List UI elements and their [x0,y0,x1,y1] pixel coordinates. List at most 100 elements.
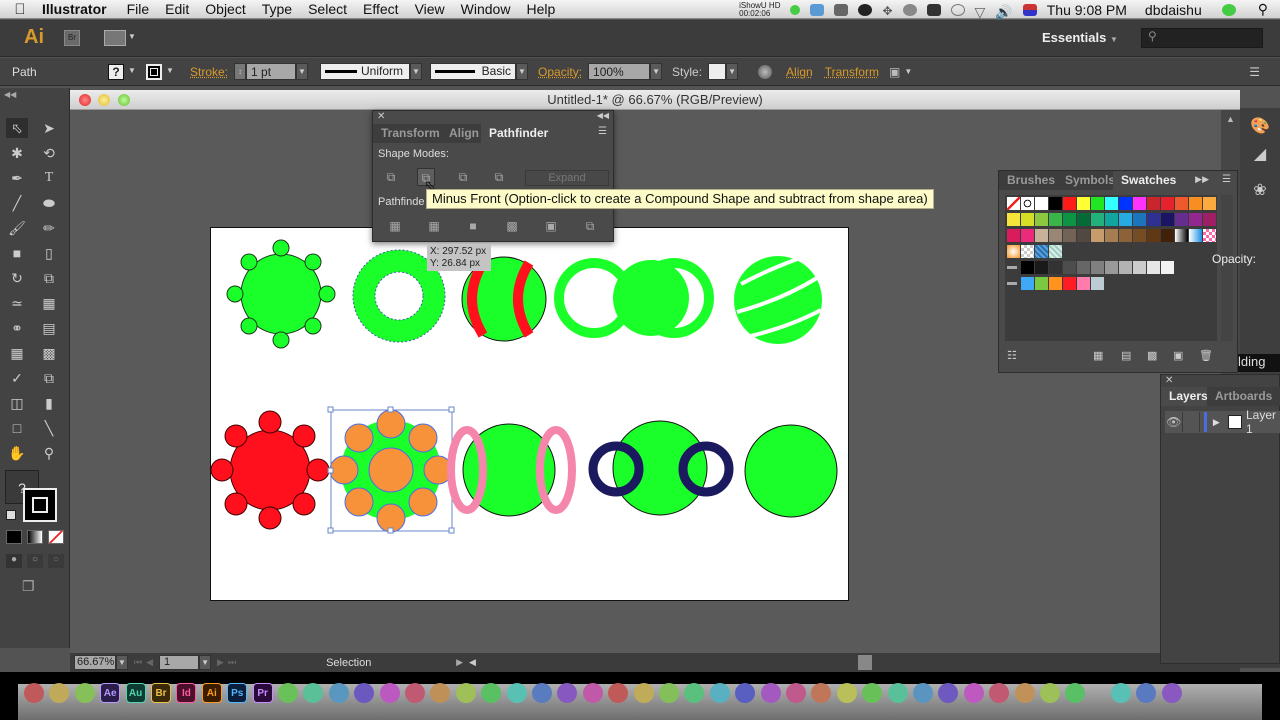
selected-gear-with-circles[interactable] [327,406,455,534]
menu-effect[interactable]: Effect [355,1,407,17]
stroke-dropdown[interactable]: ▼ [164,63,176,80]
swatch[interactable] [1049,197,1062,210]
next-artboard-button[interactable]: ▶ [217,657,224,668]
visibility-eye-icon[interactable]: 👁 [1165,415,1182,429]
swatch[interactable] [1077,213,1090,226]
network-icon[interactable] [834,3,849,16]
free-transform-tool-icon[interactable]: ▦ [38,293,60,313]
swatch[interactable] [1147,261,1160,274]
resize-handle[interactable] [327,467,334,474]
slice-tool-icon[interactable]: ╲ [38,418,60,438]
divide-button[interactable]: ▦ [386,217,404,235]
swatch[interactable] [1203,213,1216,226]
swatch[interactable] [1091,197,1104,210]
swatch[interactable] [1021,261,1034,274]
swatch[interactable] [1049,277,1062,290]
transform-link[interactable]: Transform [825,65,879,79]
swatch[interactable] [1091,213,1104,226]
swatch[interactable] [1077,229,1090,242]
evernote-icon[interactable] [1221,3,1236,16]
dock-time-machine-icon[interactable] [836,683,857,703]
chevron-down-icon[interactable]: ▼ [128,32,136,41]
dock-hd-icon[interactable] [405,683,425,703]
eyedropper-tool-icon[interactable]: ✓ [6,368,28,388]
status-dot-icon[interactable] [790,4,801,15]
minus-back-button[interactable]: ⧉ [581,217,599,235]
warp-tool-icon[interactable]: ≃ [6,293,28,313]
artboard-tool-icon[interactable]: □ [6,418,28,438]
collapse-icon[interactable]: ◀◀ [4,90,16,99]
panel-menu-icon[interactable]: ☰ [1249,65,1260,79]
swatch[interactable] [1105,229,1118,242]
green-striped-circle-shape[interactable] [734,252,822,344]
green-interlocked-rings-shape[interactable] [554,258,714,338]
zoom-dropdown[interactable]: ▼ [116,655,128,670]
swatch-libraries-icon[interactable]: ☷ [1007,349,1017,362]
stroke-weight-dropdown[interactable]: ▼ [296,63,309,80]
intersect-button[interactable]: ⧉ [454,168,472,186]
dock-trash-icon[interactable] [1161,683,1182,703]
artboard-number-field[interactable]: 1 [159,655,200,670]
swatch[interactable] [1049,245,1062,258]
default-colors-icon[interactable] [6,510,16,520]
delete-swatch-icon[interactable]: 🗑 [1199,349,1213,362]
previous-artboard-button[interactable]: ◀ [146,657,153,668]
swatch[interactable] [1035,213,1048,226]
swatch[interactable] [1007,245,1020,258]
dock-ai-icon[interactable]: Ai [201,683,222,703]
swatch[interactable] [1049,229,1062,242]
color-group-folder-icon[interactable]: ▬ [1007,277,1020,290]
alien-icon[interactable] [858,3,873,16]
trim-button[interactable]: ▦ [425,217,443,235]
menu-help[interactable]: Help [518,1,563,17]
green-gear-shape[interactable] [226,239,336,349]
layer-name[interactable]: Layer 1 [1246,408,1280,436]
swatch[interactable] [1119,197,1132,210]
swatch[interactable] [1105,197,1118,210]
artwork-canvas[interactable] [210,228,850,602]
user-name[interactable]: dbdaishu [1145,2,1202,18]
stroke-swatch[interactable] [146,63,162,80]
zoom-level-field[interactable]: 66.67% [74,655,116,670]
new-color-group-icon[interactable]: ▩ [1147,349,1157,362]
dock-growl-icon[interactable] [786,683,806,703]
clock[interactable]: Thu 9:08 PM [1047,2,1127,18]
first-artboard-button[interactable]: ⏮ [134,657,142,668]
swatch[interactable] [1161,213,1174,226]
rotate-tool-icon[interactable]: ↻ [6,268,28,288]
resize-handle[interactable] [327,527,334,534]
dock-transmit-icon[interactable] [74,683,95,703]
swatch[interactable] [1133,229,1146,242]
draw-inside-icon[interactable]: ○ [48,554,64,568]
arrange-documents-button[interactable] [104,30,126,46]
menu-app-name[interactable]: Illustrator [40,1,119,17]
column-graph-tool-icon[interactable]: ▮ [38,393,60,413]
swatch[interactable] [1189,197,1202,210]
stroke-weight-field[interactable]: 1 pt [246,63,297,80]
dock-adium-icon[interactable] [1040,683,1060,703]
unite-button[interactable]: ⧉ [382,168,400,186]
mesh-tool-icon[interactable]: ▦ [6,343,28,363]
tab-pathfinder[interactable]: Pathfinder [481,124,557,143]
graphic-style-swatch[interactable] [708,63,727,80]
tab-brushes[interactable]: Brushes [999,171,1064,190]
swatch[interactable] [1147,197,1160,210]
dock-id-icon[interactable]: Id [176,683,197,703]
workspace-switcher[interactable]: Essentials ▼ [1042,30,1118,45]
status-tool-label[interactable]: Selection [326,657,456,669]
swatch[interactable] [1119,213,1132,226]
ellipse-tool-icon[interactable]: ⬬ [38,193,60,213]
blob-brush-tool-icon[interactable]: ■ [6,243,28,263]
swatch[interactable] [1035,245,1048,258]
green-circle-shape[interactable] [744,424,838,518]
swatch[interactable] [1161,229,1174,242]
swatch[interactable] [1091,229,1104,242]
direct-selection-tool-icon[interactable]: ➤ [38,118,60,138]
swatch[interactable] [1063,261,1076,274]
dock-script-icon[interactable] [506,683,527,703]
variable-width-profile[interactable]: Uniform [320,63,411,80]
none-mode-button[interactable] [48,530,64,544]
dock-pr-icon[interactable]: Pr [252,683,273,703]
dock-firefox-icon[interactable] [659,683,679,703]
close-panel-icon[interactable]: ✕ [1165,375,1173,386]
